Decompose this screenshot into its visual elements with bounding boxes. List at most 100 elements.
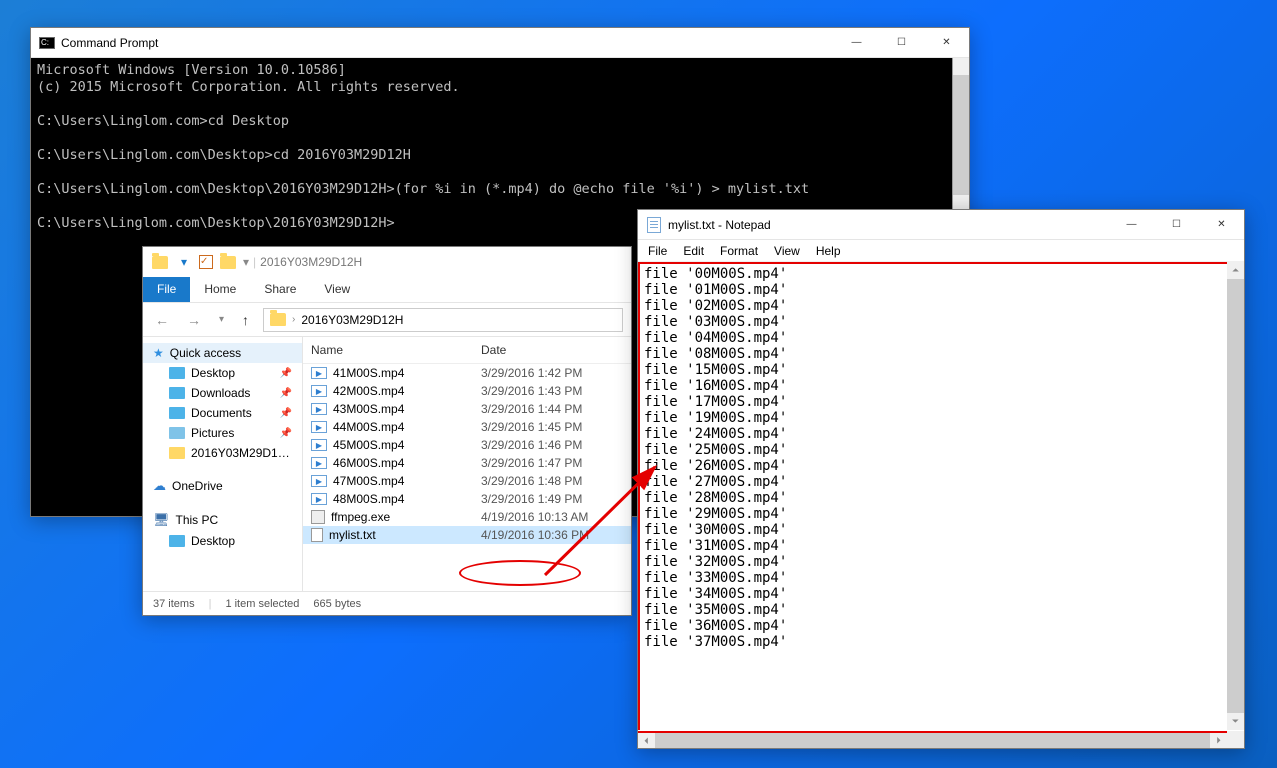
cmd-close-button[interactable]: ✕	[924, 28, 969, 57]
file-name: 46M00S.mp4	[333, 456, 404, 470]
breadcrumb-segment[interactable]: 2016Y03M29D12H	[301, 313, 403, 327]
txt-icon	[311, 528, 323, 542]
notepad-minimize-button[interactable]: —	[1109, 210, 1154, 239]
video-icon: ▶	[311, 421, 327, 433]
folder-icon	[169, 447, 185, 459]
file-name: ffmpeg.exe	[331, 510, 390, 524]
notepad-window: mylist.txt - Notepad — ☐ ✕ File Edit For…	[637, 209, 1245, 749]
nav-thispc[interactable]: 🖥 This PC	[143, 509, 302, 531]
file-date: 3/29/2016 1:42 PM	[473, 366, 631, 380]
breadcrumb[interactable]: › 2016Y03M29D12H	[263, 308, 623, 332]
file-row[interactable]: mylist.txt 4/19/2016 10:36 PM	[303, 526, 631, 544]
file-row[interactable]: ▶42M00S.mp43/29/2016 1:43 PM	[303, 382, 631, 400]
file-name: 48M00S.mp4	[333, 492, 404, 506]
cmd-title: Command Prompt	[61, 36, 158, 50]
file-row[interactable]: ▶47M00S.mp43/29/2016 1:48 PM	[303, 472, 631, 490]
ribbon-tab-file[interactable]: File	[143, 277, 190, 302]
ribbon-tab-view[interactable]: View	[310, 277, 364, 302]
explorer-titlebar[interactable]: ▾ ✓ ▾ | 2016Y03M29D12H	[143, 247, 631, 277]
scroll-corner	[1227, 731, 1244, 748]
nav-pictures[interactable]: Pictures 📌	[143, 423, 302, 443]
file-row[interactable]: ▶45M00S.mp43/29/2016 1:46 PM	[303, 436, 631, 454]
file-date: 3/29/2016 1:44 PM	[473, 402, 631, 416]
file-row[interactable]: ▶ 41M00S.mp4 3/29/2016 1:42 PM	[303, 364, 631, 382]
scroll-thumb[interactable]	[953, 75, 969, 195]
nav-back-button[interactable]: ←	[151, 312, 173, 328]
qat-dropdown-icon[interactable]: ▾	[243, 255, 249, 269]
folder-icon	[169, 387, 185, 399]
folder-icon	[151, 253, 169, 271]
file-row[interactable]: ▶48M00S.mp43/29/2016 1:49 PM	[303, 490, 631, 508]
notepad-menubar: File Edit Format View Help	[638, 240, 1244, 262]
file-name: 47M00S.mp4	[333, 474, 404, 488]
status-selection: 1 item selected	[225, 598, 299, 610]
file-date: 4/19/2016 10:36 PM	[473, 528, 631, 542]
column-date[interactable]: Date	[473, 337, 631, 363]
nav-recent-dropdown[interactable]: ▾	[215, 314, 228, 325]
notepad-vscrollbar[interactable]: ⏶ ⏷	[1227, 262, 1244, 730]
nav-recent-folder[interactable]: 2016Y03M29D1…	[143, 443, 302, 463]
scroll-right-icon[interactable]: ⏵	[1210, 733, 1227, 748]
menu-view[interactable]: View	[766, 242, 808, 260]
nav-downloads[interactable]: Downloads 📌	[143, 383, 302, 403]
pin-icon: 📌	[280, 428, 292, 439]
cmd-icon: C:	[39, 35, 55, 51]
column-name[interactable]: Name	[303, 337, 473, 363]
file-row[interactable]: ▶46M00S.mp43/29/2016 1:47 PM	[303, 454, 631, 472]
notepad-titlebar[interactable]: mylist.txt - Notepad — ☐ ✕	[638, 210, 1244, 240]
nav-desktop-2[interactable]: Desktop	[143, 531, 302, 551]
exe-icon	[311, 510, 325, 524]
filelist-header: Name Date	[303, 337, 631, 364]
nav-quickaccess[interactable]: ★ Quick access	[143, 343, 302, 363]
nav-up-button[interactable]: ↑	[238, 312, 253, 328]
notepad-editor[interactable]: file '00M00S.mp4' file '01M00S.mp4' file…	[638, 262, 1244, 730]
folder-icon	[169, 535, 185, 547]
ribbon-tab-share[interactable]: Share	[250, 277, 310, 302]
video-icon: ▶	[311, 439, 327, 451]
status-size: 665 bytes	[313, 598, 361, 610]
file-date: 4/19/2016 10:13 AM	[473, 510, 631, 524]
ribbon-tab-home[interactable]: Home	[190, 277, 250, 302]
qat-properties-icon[interactable]: ✓	[199, 255, 213, 269]
scroll-left-icon[interactable]: ⏴	[638, 734, 655, 749]
explorer-ribbon: File Home Share View	[143, 277, 631, 303]
folder-icon	[219, 253, 237, 271]
scroll-thumb[interactable]	[655, 733, 1210, 748]
file-row[interactable]: ffmpeg.exe 4/19/2016 10:13 AM	[303, 508, 631, 526]
notepad-close-button[interactable]: ✕	[1199, 210, 1244, 239]
cmd-titlebar[interactable]: C: Command Prompt — ☐ ✕	[31, 28, 969, 58]
notepad-hscrollbar[interactable]: ⏴ ⏵	[638, 731, 1227, 748]
menu-help[interactable]: Help	[808, 242, 849, 260]
chevron-right-icon[interactable]: ›	[292, 314, 295, 325]
pin-icon: 📌	[280, 388, 292, 399]
folder-icon	[169, 367, 185, 379]
file-row[interactable]: ▶44M00S.mp43/29/2016 1:45 PM	[303, 418, 631, 436]
file-date: 3/29/2016 1:49 PM	[473, 492, 631, 506]
menu-edit[interactable]: Edit	[675, 242, 712, 260]
menu-format[interactable]: Format	[712, 242, 766, 260]
qat-save-icon[interactable]: ▾	[175, 253, 193, 271]
file-name: 41M00S.mp4	[333, 366, 404, 380]
notepad-maximize-button[interactable]: ☐	[1154, 210, 1199, 239]
explorer-title: 2016Y03M29D12H	[260, 255, 362, 269]
file-name: mylist.txt	[329, 528, 376, 542]
cloud-icon: ☁	[153, 478, 166, 494]
scroll-up-icon[interactable]: ⏶	[1227, 262, 1244, 279]
scroll-down-icon[interactable]: ⏷	[1227, 713, 1244, 730]
menu-file[interactable]: File	[640, 242, 675, 260]
file-row[interactable]: ▶43M00S.mp43/29/2016 1:44 PM	[303, 400, 631, 418]
nav-desktop[interactable]: Desktop 📌	[143, 363, 302, 383]
cmd-minimize-button[interactable]: —	[834, 28, 879, 57]
status-item-count: 37 items	[153, 598, 195, 610]
pc-icon: 🖥	[153, 512, 170, 528]
nav-onedrive[interactable]: ☁ OneDrive	[143, 475, 302, 497]
file-name: 43M00S.mp4	[333, 402, 404, 416]
star-icon: ★	[153, 346, 164, 360]
nav-documents[interactable]: Documents 📌	[143, 403, 302, 423]
file-name: 42M00S.mp4	[333, 384, 404, 398]
nav-forward-button: →	[183, 312, 205, 328]
cmd-maximize-button[interactable]: ☐	[879, 28, 924, 57]
notepad-title: mylist.txt - Notepad	[668, 218, 771, 232]
scroll-thumb[interactable]	[1227, 279, 1244, 713]
video-icon: ▶	[311, 367, 327, 379]
